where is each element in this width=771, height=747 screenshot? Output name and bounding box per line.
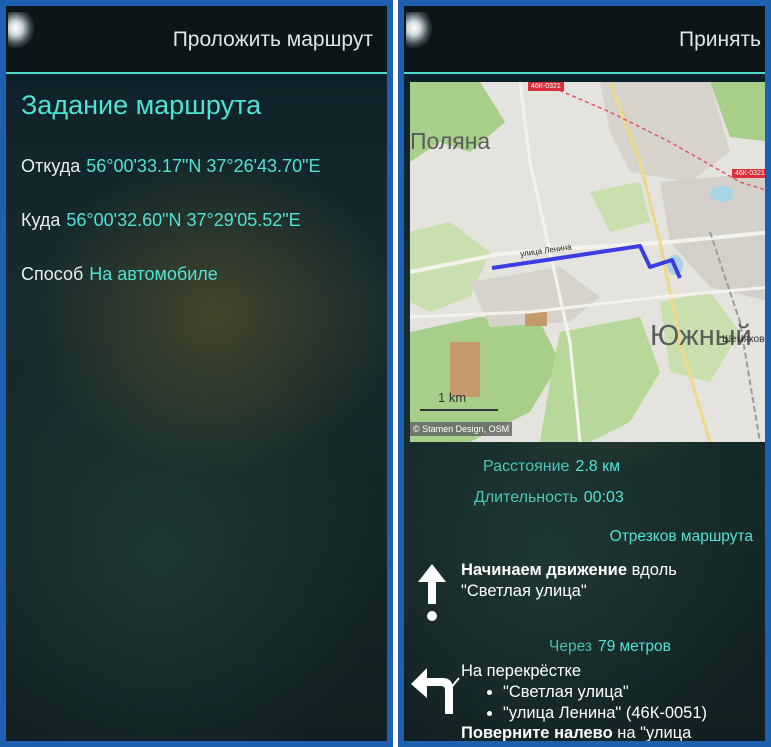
list-item: "улица Ленина" (46К-0051) [503, 703, 765, 724]
mode-value[interactable]: На автомобиле [89, 264, 218, 284]
back-glow-icon[interactable] [8, 12, 34, 48]
duration-row: Длительность 00:03 [474, 489, 624, 507]
map-attribution: © Stamen Design, OSM [410, 422, 513, 436]
distance-label: Расстояние [483, 458, 570, 475]
turn-left-icon [411, 668, 460, 714]
accept-button[interactable]: Принять [679, 28, 761, 52]
route-step-start: Начинаем движение вдоль "Светлая улица" [461, 560, 761, 602]
step1-text: вдоль [627, 561, 677, 579]
step2-street-list: "Светлая улица" "улица Ленина" (46К-0051… [461, 682, 765, 724]
road-badge: 46К-0321 [732, 169, 765, 178]
step2-intro: На перекрёстке [461, 662, 582, 680]
from-field[interactable]: Откуда 56°00'33.17"N 37°26'43.70"E [21, 156, 320, 177]
route-map[interactable]: Поляна Южный Шемяково улица Ленина 46К-0… [410, 82, 765, 442]
to-label: Куда [21, 210, 61, 230]
mode-label: Способ [21, 264, 84, 284]
lake [710, 186, 734, 202]
from-value[interactable]: 56°00'33.17"N 37°26'43.70"E [86, 156, 320, 176]
action-bar: Принять [404, 6, 765, 74]
to-field[interactable]: Куда 56°00'32.60"N 37°29'05.52"E [21, 210, 301, 231]
duration-label: Длительность [474, 489, 578, 506]
sand-area [450, 342, 480, 397]
from-label: Откуда [21, 156, 81, 176]
via-value: 79 метров [597, 638, 671, 655]
route-step-intersection: На перекрёстке "Светлая улица" "улица Ле… [461, 661, 765, 724]
distance-value: 2.8 км [575, 458, 621, 475]
step3-bold: Поверните налево [461, 724, 613, 741]
step1-street: "Светлая улица" [461, 582, 587, 600]
mode-field[interactable]: Способ На автомобиле [21, 264, 218, 285]
route-step-turn: Поверните налево на "улица [461, 724, 691, 741]
map-label-polyana: Поляна [410, 128, 491, 154]
left-phone-frame: Проложить маршрут Задание маршрута Откуд… [0, 0, 393, 747]
step3-text: на "улица [612, 724, 692, 741]
route-setup-screen: Проложить маршрут Задание маршрута Откуд… [6, 6, 387, 741]
build-route-button[interactable]: Проложить маршрут [173, 28, 373, 52]
distance-row: Расстояние 2.8 км [483, 458, 620, 476]
road-badge: 46К-0321 [528, 82, 564, 91]
to-value[interactable]: 56°00'32.60"N 37°29'05.52"E [66, 210, 300, 230]
segments-label: Отрезков маршрута [609, 528, 753, 545]
page-title: Задание маршрута [21, 90, 262, 120]
map-scale-label: 1 km [438, 390, 467, 405]
list-item: "Светлая улица" [503, 682, 765, 703]
distance-to-turn: Через 79 метров [549, 638, 671, 656]
right-phone-frame: Принять Поляна Южный Шемяков улица Ленин… [398, 0, 771, 747]
via-label: Через [549, 638, 592, 655]
action-bar: Проложить маршрут [6, 6, 387, 74]
route-result-screen: Принять Поляна Южный Шемяков улица Ленин… [404, 6, 765, 741]
map-label-shemyakovo: Шемяково [722, 334, 765, 345]
back-glow-icon[interactable] [406, 12, 432, 48]
sand-area [525, 312, 547, 326]
duration-value: 00:03 [583, 489, 624, 506]
arrow-straight-icon [418, 564, 446, 621]
step1-bold: Начинаем движение [461, 561, 627, 579]
